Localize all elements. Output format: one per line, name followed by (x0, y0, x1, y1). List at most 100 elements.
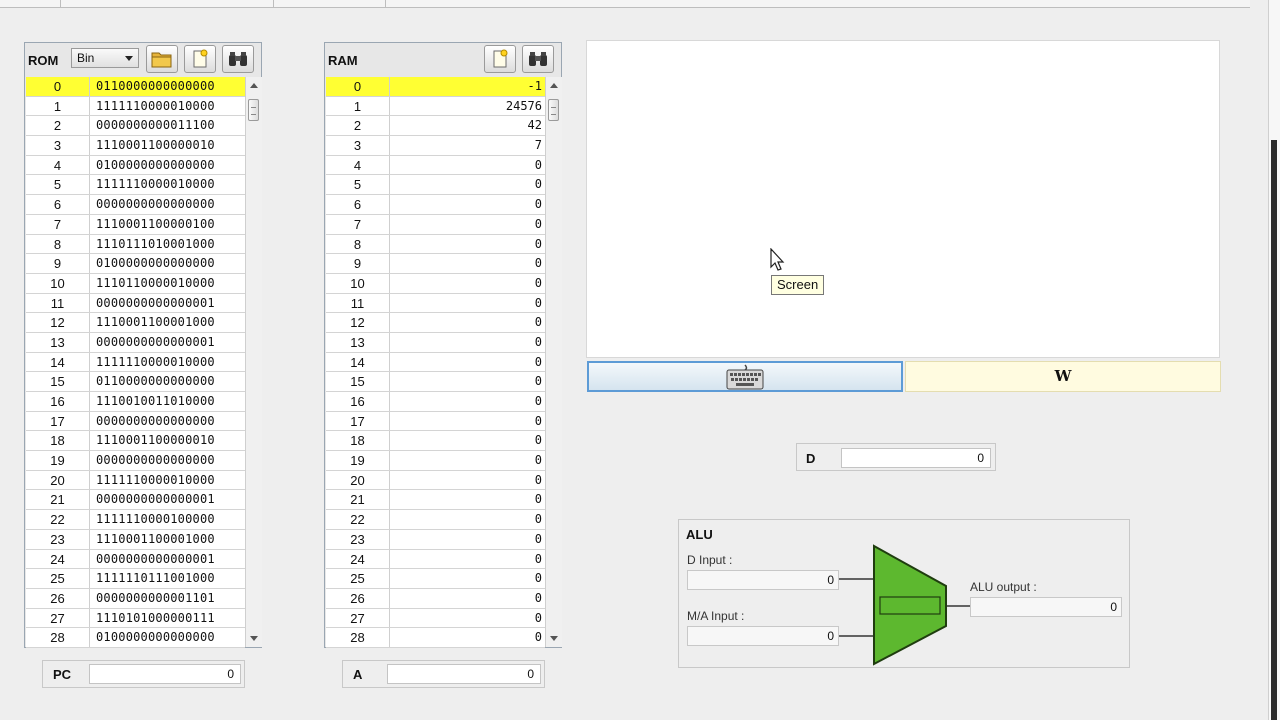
ram-row[interactable]: 19 0 (326, 451, 545, 471)
ram-row[interactable]: 0 -1 (326, 77, 545, 97)
ram-value[interactable]: 0 (390, 392, 545, 411)
ram-value[interactable]: 0 (390, 372, 545, 391)
rom-row[interactable]: 1 1111110000010000 (26, 96, 245, 117)
rom-value[interactable]: 1111110000010000 (90, 471, 245, 490)
rom-value[interactable]: 1110001100001000 (90, 530, 245, 549)
ram-row[interactable]: 16 0 (326, 392, 545, 412)
rom-row[interactable]: 14 1111110000010000 (26, 352, 245, 373)
rom-row[interactable]: 2 0000000000011100 (26, 116, 245, 137)
d-value-field[interactable]: 0 (841, 448, 991, 468)
rom-table[interactable]: 0 0110000000000000 1 1111110000010000 2 00000… (26, 77, 245, 648)
ram-value[interactable]: 42 (390, 116, 545, 135)
rom-row[interactable]: 22 1111110000100000 (26, 510, 245, 530)
rom-row[interactable]: 21 0000000000000001 (26, 490, 245, 511)
ram-row[interactable]: 21 0 (326, 490, 545, 511)
rom-row[interactable]: 28 0100000000000000 (26, 628, 245, 648)
rom-row[interactable]: 0 0110000000000000 (26, 77, 245, 97)
rom-value[interactable]: 1111110000100000 (90, 510, 245, 529)
rom-value[interactable]: 1110101000000111 (90, 609, 245, 628)
rom-row[interactable]: 10 1110110000010000 (26, 273, 245, 294)
ram-value[interactable]: 0 (390, 471, 545, 490)
rom-value[interactable]: 0000000000000001 (90, 333, 245, 352)
ram-value[interactable]: 0 (390, 294, 545, 313)
ram-value[interactable]: 0 (390, 530, 545, 549)
rom-row[interactable]: 5 1111110000010000 (26, 175, 245, 196)
ram-row[interactable]: 27 0 (326, 608, 545, 629)
scroll-down-icon[interactable] (550, 636, 558, 641)
rom-row[interactable]: 4 0100000000000000 (26, 155, 245, 176)
ram-row[interactable]: 15 0 (326, 372, 545, 392)
ram-value[interactable]: 0 (390, 175, 545, 194)
rom-row[interactable]: 9 0100000000000000 (26, 254, 245, 274)
ram-value[interactable]: 0 (390, 235, 545, 254)
ram-row[interactable]: 28 0 (326, 628, 545, 648)
scroll-up-icon[interactable] (250, 83, 258, 88)
rom-value[interactable]: 1110001100000010 (90, 431, 245, 450)
ram-row[interactable]: 14 0 (326, 352, 545, 373)
rom-value[interactable]: 0110000000000000 (90, 77, 245, 96)
ram-value[interactable]: -1 (390, 77, 545, 96)
ram-row[interactable]: 60 (326, 195, 545, 215)
rom-value[interactable]: 1110010011010000 (90, 392, 245, 411)
ram-table[interactable]: 0 -1 1 24576 2 42 3 7 4 0 5 0 6 0 7 0 8 0 9 0 10 0 11 0 12 0 13 0 14… (326, 77, 545, 648)
a-value-field[interactable]: 0 (387, 664, 541, 684)
ram-value[interactable]: 24576 (390, 97, 545, 116)
rom-value[interactable]: 1111110000010000 (90, 97, 245, 116)
rom-row[interactable]: 26 0000000000001101 (26, 588, 245, 609)
window-scrollbar-thumb[interactable] (1271, 140, 1277, 720)
ram-row[interactable]: 50 (326, 175, 545, 196)
ram-value[interactable]: 0 (390, 333, 545, 352)
rom-value[interactable]: 1110001100000010 (90, 136, 245, 155)
ram-value[interactable]: 0 (390, 412, 545, 431)
ram-row[interactable]: 70 (326, 214, 545, 235)
ram-value[interactable]: 0 (390, 431, 545, 450)
rom-row[interactable]: 3 1110001100000010 (26, 136, 245, 156)
rom-row[interactable]: 13 0000000000000001 (26, 332, 245, 353)
ram-value[interactable]: 0 (390, 195, 545, 214)
rom-row[interactable]: 20 1111110000010000 (26, 470, 245, 491)
rom-value[interactable]: 0000000000000000 (90, 195, 245, 214)
rom-row[interactable]: 11 0000000000000001 (26, 293, 245, 314)
rom-row[interactable]: 18 1110001100000010 (26, 431, 245, 452)
screen-display[interactable] (586, 40, 1220, 358)
rom-row[interactable]: 6 0000000000000000 (26, 195, 245, 215)
ram-new-file-button[interactable] (484, 45, 516, 73)
rom-value[interactable]: 0100000000000000 (90, 254, 245, 273)
ram-row[interactable]: 20 0 (326, 470, 545, 491)
ram-scrollbar[interactable] (545, 77, 562, 647)
rom-row[interactable]: 25 1111110111001000 (26, 569, 245, 589)
ram-value[interactable]: 0 (390, 609, 545, 628)
ram-row[interactable]: 12 0 (326, 313, 545, 333)
rom-value[interactable]: 0100000000000000 (90, 628, 245, 647)
ram-row[interactable]: 90 (326, 254, 545, 274)
ram-find-button[interactable] (522, 45, 554, 73)
ram-row[interactable]: 22 0 (326, 510, 545, 530)
rom-find-button[interactable] (222, 45, 254, 73)
ram-value[interactable]: 0 (390, 215, 545, 234)
scroll-down-icon[interactable] (250, 636, 258, 641)
rom-value[interactable]: 1111110000010000 (90, 353, 245, 372)
ram-row[interactable]: 17 0 (326, 411, 545, 432)
rom-value[interactable]: 0110000000000000 (90, 372, 245, 391)
rom-row[interactable]: 23 1110001100001000 (26, 529, 245, 550)
rom-row[interactable]: 12 1110001100001000 (26, 313, 245, 333)
rom-value[interactable]: 0000000000000001 (90, 490, 245, 509)
rom-value[interactable]: 1111110000010000 (90, 175, 245, 194)
rom-value[interactable]: 1110111010001000 (90, 235, 245, 254)
rom-row[interactable]: 16 1110010011010000 (26, 392, 245, 412)
rom-row[interactable]: 7 1110001100000100 (26, 214, 245, 235)
ram-value[interactable]: 0 (390, 451, 545, 470)
rom-value[interactable]: 0000000000000001 (90, 294, 245, 313)
ram-row[interactable]: 1 24576 (326, 96, 545, 117)
ram-value[interactable]: 7 (390, 136, 545, 155)
rom-scrollbar[interactable] (245, 77, 262, 647)
window-scrollbar[interactable] (1268, 0, 1280, 720)
ram-row[interactable]: 18 0 (326, 431, 545, 452)
ram-scroll-thumb[interactable] (548, 99, 559, 121)
pc-value-field[interactable]: 0 (89, 664, 241, 684)
ram-row[interactable]: 26 0 (326, 588, 545, 609)
ram-row[interactable]: 23 0 (326, 529, 545, 550)
rom-value[interactable]: 1110001100001000 (90, 313, 245, 332)
ram-value[interactable]: 0 (390, 550, 545, 569)
rom-row[interactable]: 8 1110111010001000 (26, 234, 245, 255)
